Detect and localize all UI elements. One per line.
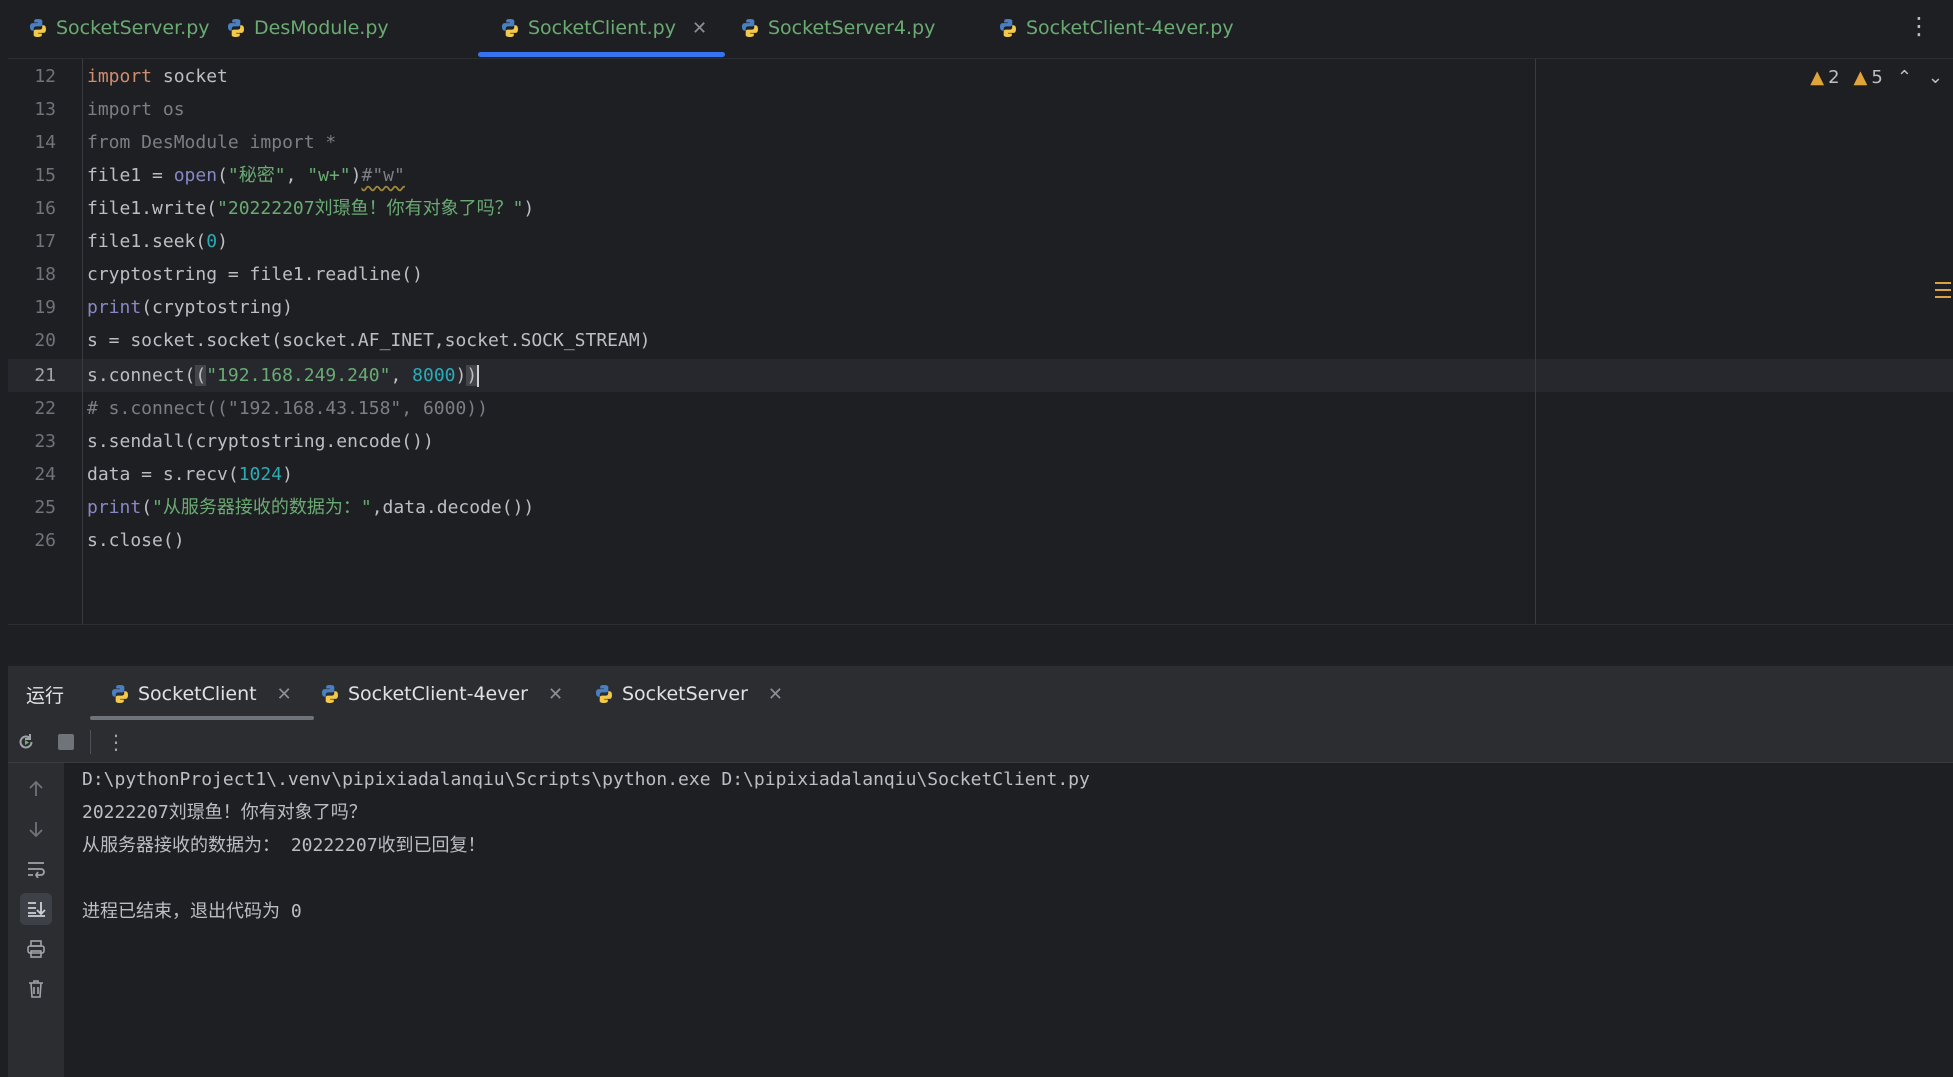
line-number: 12: [34, 66, 56, 87]
code-line-26: s.close(): [87, 530, 185, 551]
run-panel-title: 运行: [26, 685, 65, 707]
line-number: 13: [34, 99, 56, 120]
print-icon[interactable]: [20, 933, 52, 965]
tab-socketclient[interactable]: SocketClient.py ✕: [477, 0, 726, 57]
ide-window: SocketServer.py DesModule.py SocketClien…: [0, 0, 1953, 1077]
run-tab-socketserver[interactable]: SocketServer ✕: [594, 666, 783, 722]
code-line-13: import os: [87, 99, 185, 120]
code-line-24: data = s.recv(1024): [87, 464, 293, 485]
python-file-icon: [742, 19, 758, 37]
inspection-widget[interactable]: ▲ 2 ▲ 5 ⌃ ⌄: [1810, 67, 1943, 88]
run-tab-bar: 运行 SocketClient ✕ SocketClient-4ever ✕ S…: [8, 666, 1953, 722]
run-panel: 运行 SocketClient ✕ SocketClient-4ever ✕ S…: [8, 666, 1953, 1077]
trash-icon[interactable]: [20, 973, 52, 1005]
run-tab-label: SocketServer: [622, 683, 748, 705]
line-number: 14: [34, 132, 56, 153]
tab-label: SocketServer4.py: [768, 17, 936, 39]
warning-count-a[interactable]: ▲ 2: [1810, 67, 1839, 88]
toolbar-separator: [90, 730, 91, 754]
line-number: 15: [34, 165, 56, 186]
panel-divider[interactable]: [8, 624, 1953, 667]
right-margin-guide: [1535, 59, 1536, 624]
chevron-up-icon[interactable]: ⌃: [1897, 67, 1912, 88]
scroll-to-end-icon[interactable]: [20, 893, 52, 925]
tab-label: SocketClient.py: [528, 17, 676, 39]
line-number: 18: [34, 264, 56, 285]
code-line-18: cryptostring = file1.readline(): [87, 264, 423, 285]
console-side-toolbar: [8, 763, 64, 1077]
arrow-down-icon[interactable]: [20, 813, 52, 845]
python-file-icon: [112, 685, 128, 703]
tab-desmodule[interactable]: DesModule.py: [226, 0, 389, 56]
more-options-icon[interactable]: ⋮: [104, 730, 128, 754]
line-number-gutter: 12 13 14 15 16 17 18 19 20 21 22 23 24 2…: [8, 59, 83, 624]
tab-socketserver[interactable]: SocketServer.py: [28, 0, 210, 56]
close-tab-icon[interactable]: ✕: [692, 18, 707, 39]
weak-warning-icon: ▲: [1853, 67, 1868, 88]
line-number: 17: [34, 231, 56, 252]
python-file-icon: [322, 685, 338, 703]
code-line-19: print(cryptostring): [87, 297, 293, 318]
code-line-23: s.sendall(cryptostring.encode()): [87, 431, 434, 452]
line-number: 25: [34, 497, 56, 518]
close-tab-icon[interactable]: ✕: [548, 684, 563, 705]
soft-wrap-icon[interactable]: [20, 853, 52, 885]
tab-label: DesModule.py: [254, 17, 389, 39]
python-file-icon: [228, 19, 244, 37]
arrow-up-icon[interactable]: [20, 773, 52, 805]
editor-tab-bar: SocketServer.py DesModule.py SocketClien…: [8, 0, 1953, 59]
scrollbar-markers: [1933, 279, 1953, 299]
code-line-25: print("从服务器接收的数据为：",data.decode()): [87, 497, 535, 518]
line-number: 26: [34, 530, 56, 551]
python-file-icon: [596, 685, 612, 703]
code-line-16: file1.write("20222207刘璟鱼！你有对象了吗？"): [87, 198, 535, 219]
run-tab-label: SocketClient: [138, 683, 257, 705]
tab-socketserver4[interactable]: SocketServer4.py: [740, 0, 935, 56]
line-number-current: 21: [34, 365, 56, 386]
line-number: 23: [34, 431, 56, 452]
stop-icon[interactable]: [54, 730, 78, 754]
warning-icon: ▲: [1810, 67, 1825, 88]
warning-count-b[interactable]: ▲ 5: [1854, 67, 1883, 88]
line-number: 16: [34, 198, 56, 219]
run-tab-label: SocketClient-4ever: [348, 683, 528, 705]
python-file-icon: [502, 19, 518, 37]
tab-socketclient-4ever[interactable]: SocketClient-4ever.py: [998, 0, 1234, 56]
line-number: 24: [34, 464, 56, 485]
run-toolbar: ⋮: [8, 722, 1953, 763]
line-number: 22: [34, 398, 56, 419]
text-cursor: [477, 365, 480, 387]
run-tab-socketclient[interactable]: SocketClient ✕: [90, 666, 314, 722]
code-line-21: s.connect(("192.168.249.240", 8000)): [87, 365, 480, 387]
console-line: 20222207刘璟鱼！你有对象了吗？: [82, 802, 367, 823]
code-line-12: import socket: [87, 66, 228, 87]
more-options-icon[interactable]: ⋮: [1907, 14, 1931, 38]
code-line-14: from DesModule import *: [87, 132, 337, 153]
run-tab-socketclient-4ever[interactable]: SocketClient-4ever ✕: [320, 666, 563, 722]
code-area[interactable]: import socket import os from DesModule i…: [87, 59, 1953, 624]
code-editor[interactable]: 12 13 14 15 16 17 18 19 20 21 22 23 24 2…: [8, 59, 1953, 624]
rerun-icon[interactable]: [14, 730, 38, 754]
console-line: D:\pythonProject1\.venv\pipixiadalanqiu\…: [82, 769, 1090, 790]
code-line-22: # s.connect(("192.168.43.158", 6000)): [87, 398, 488, 419]
line-number: 19: [34, 297, 56, 318]
close-tab-icon[interactable]: ✕: [277, 684, 292, 705]
tab-label: SocketClient-4ever.py: [1026, 17, 1234, 39]
python-file-icon: [30, 19, 46, 37]
code-line-20: s = socket.socket(socket.AF_INET,socket.…: [87, 330, 651, 351]
code-line-15: file1 = open("秘密", "w+")#"w": [87, 165, 405, 186]
console-line: 进程已结束，退出代码为 0: [82, 901, 302, 922]
python-file-icon: [1000, 19, 1016, 37]
console-line: 从服务器接收的数据为： 20222207收到已回复！: [82, 835, 486, 856]
close-tab-icon[interactable]: ✕: [768, 684, 783, 705]
tab-label: SocketServer.py: [56, 17, 210, 39]
line-number: 20: [34, 330, 56, 351]
code-line-17: file1.seek(0): [87, 231, 228, 252]
chevron-down-icon[interactable]: ⌄: [1928, 67, 1943, 88]
console-output[interactable]: D:\pythonProject1\.venv\pipixiadalanqiu\…: [64, 763, 1953, 1077]
